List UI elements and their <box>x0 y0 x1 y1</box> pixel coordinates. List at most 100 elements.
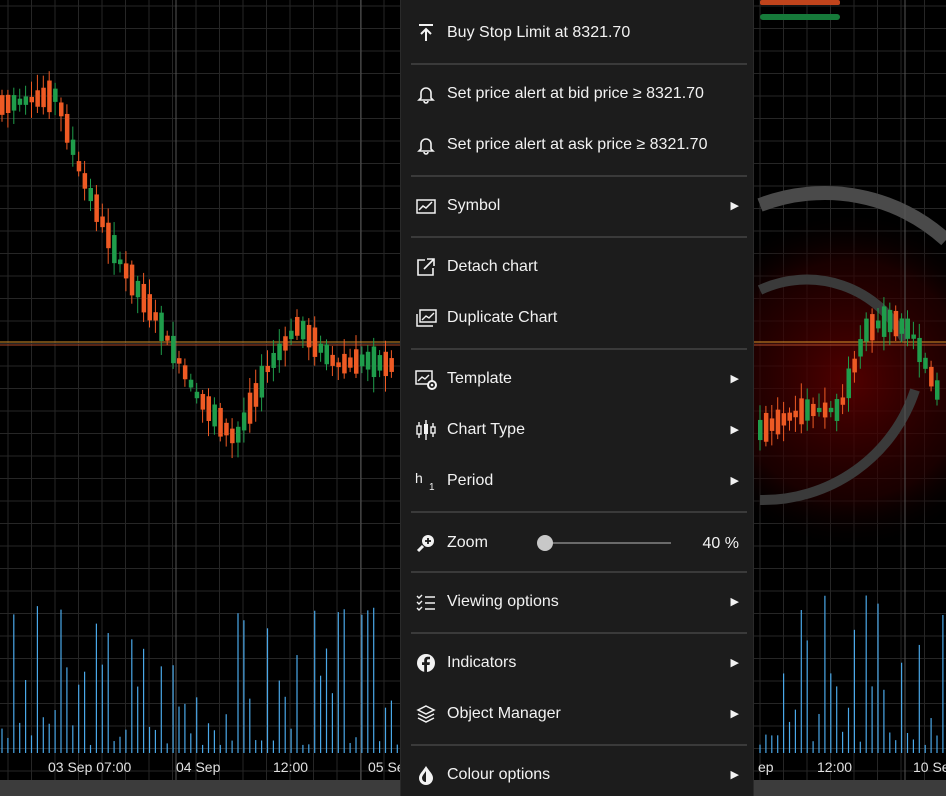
candle-body <box>811 403 816 417</box>
period-label: Period <box>447 472 494 489</box>
candle-body <box>787 412 792 421</box>
candle-body <box>64 113 70 143</box>
candle-body <box>342 353 347 374</box>
zoom-item: Zoom <box>401 524 753 564</box>
candle-body <box>236 426 241 443</box>
viewing-options-label: Viewing options <box>447 593 559 610</box>
alert-ask-item[interactable]: Set price alert at ask price ≥ 8321.70 <box>401 126 753 166</box>
chart-type-item[interactable]: Chart Type ▶ <box>401 411 753 451</box>
duplicate-chart-item[interactable]: Duplicate Chart <box>401 299 753 339</box>
candle-body <box>852 358 857 373</box>
colour-options-label: Colour options <box>447 766 551 783</box>
candle-body <box>118 259 123 265</box>
candle-body <box>935 380 940 400</box>
symbol-item[interactable]: Symbol ▶ <box>401 187 753 227</box>
candle-body <box>763 412 769 442</box>
candle-body <box>300 320 306 340</box>
viewing-options-item[interactable]: Viewing options ▶ <box>401 583 753 623</box>
x-axis-label: ep <box>758 759 774 775</box>
candle-body <box>336 362 341 368</box>
zoom-in-icon <box>415 532 437 554</box>
candlestick-icon <box>415 419 437 441</box>
submenu-arrow-icon: ▶ <box>730 769 739 781</box>
candle-body <box>165 335 170 341</box>
x-axis-label: 12:00 <box>817 759 853 775</box>
candle-body <box>312 327 318 357</box>
candle-body <box>923 357 928 369</box>
bell-icon <box>415 134 437 156</box>
candle-body <box>200 394 206 410</box>
detach-chart-item[interactable]: Detach chart <box>401 248 753 288</box>
line-chart-icon <box>415 195 437 217</box>
divider <box>411 632 747 634</box>
candle-body <box>793 410 798 418</box>
candle-body <box>306 324 312 348</box>
divider <box>411 571 747 573</box>
chart-context-menu: Buy Stop Limit at 8321.70 Set price aler… <box>400 0 754 796</box>
candle-body <box>82 173 88 189</box>
candle-body <box>858 339 863 357</box>
colour-options-item[interactable]: Colour options ▶ <box>401 756 753 796</box>
template-item[interactable]: Template ▶ <box>401 360 753 400</box>
duplicate-chart-icon <box>415 307 437 329</box>
divider <box>411 236 747 238</box>
submenu-arrow-icon: ▶ <box>730 424 739 436</box>
candle-body <box>76 161 82 172</box>
x-axis-label: 10 Se <box>913 759 946 775</box>
candle-body <box>188 379 194 388</box>
candle-body <box>0 95 5 115</box>
candle-body <box>70 139 76 155</box>
candle-body <box>53 88 58 102</box>
candle-body <box>194 391 200 399</box>
candle-body <box>171 335 176 364</box>
candle-body <box>265 365 270 373</box>
candle-body <box>911 334 916 339</box>
candle-body <box>135 280 141 298</box>
indicators-label: Indicators <box>447 654 517 671</box>
candle-body <box>5 94 11 114</box>
zoom-slider-track[interactable] <box>543 542 671 544</box>
candle-body <box>11 95 17 111</box>
object-manager-item[interactable]: Object Manager ▶ <box>401 695 753 735</box>
candle-body <box>218 407 223 437</box>
candle-body <box>41 87 46 108</box>
chart-type-label: Chart Type <box>447 421 525 438</box>
candle-body <box>35 90 40 107</box>
submenu-arrow-icon: ▶ <box>730 708 739 720</box>
candle-body <box>769 418 775 431</box>
checklist-icon <box>415 591 437 613</box>
buy-stop-limit-item[interactable]: Buy Stop Limit at 8321.70 <box>401 14 753 54</box>
indicators-item[interactable]: Indicators ▶ <box>401 644 753 684</box>
period-item[interactable]: h 1 Period ▶ <box>401 462 753 502</box>
candle-body <box>893 310 899 337</box>
divider <box>411 348 747 350</box>
candle-body <box>348 357 353 368</box>
submenu-arrow-icon: ▶ <box>730 373 739 385</box>
candle-body <box>899 318 905 334</box>
candle-body <box>799 398 804 425</box>
candle-body <box>277 343 282 361</box>
candle-body <box>224 422 229 436</box>
candle-body <box>781 413 787 426</box>
bell-icon <box>415 83 437 105</box>
candle-body <box>929 366 934 387</box>
external-link-icon <box>415 256 437 278</box>
candle-body <box>834 399 840 421</box>
candle-body <box>876 320 881 329</box>
candle-body <box>59 102 64 117</box>
x-axis-label: 12:00 <box>273 759 309 775</box>
candle-body <box>330 354 335 366</box>
candle-body <box>365 351 371 370</box>
candle-body <box>324 344 329 365</box>
candle-body <box>23 96 29 105</box>
alert-bid-item[interactable]: Set price alert at bid price ≥ 8321.70 <box>401 75 753 115</box>
candle-body <box>182 365 188 380</box>
candle-body <box>206 396 211 421</box>
candle-body <box>864 318 869 342</box>
candle-body <box>123 263 129 279</box>
x-axis-label: 03 Sep 07:00 <box>48 759 132 775</box>
candle-body <box>377 355 383 371</box>
zoom-slider-thumb[interactable] <box>537 535 553 551</box>
duplicate-chart-label: Duplicate Chart <box>447 309 558 326</box>
candle-body <box>371 346 377 378</box>
